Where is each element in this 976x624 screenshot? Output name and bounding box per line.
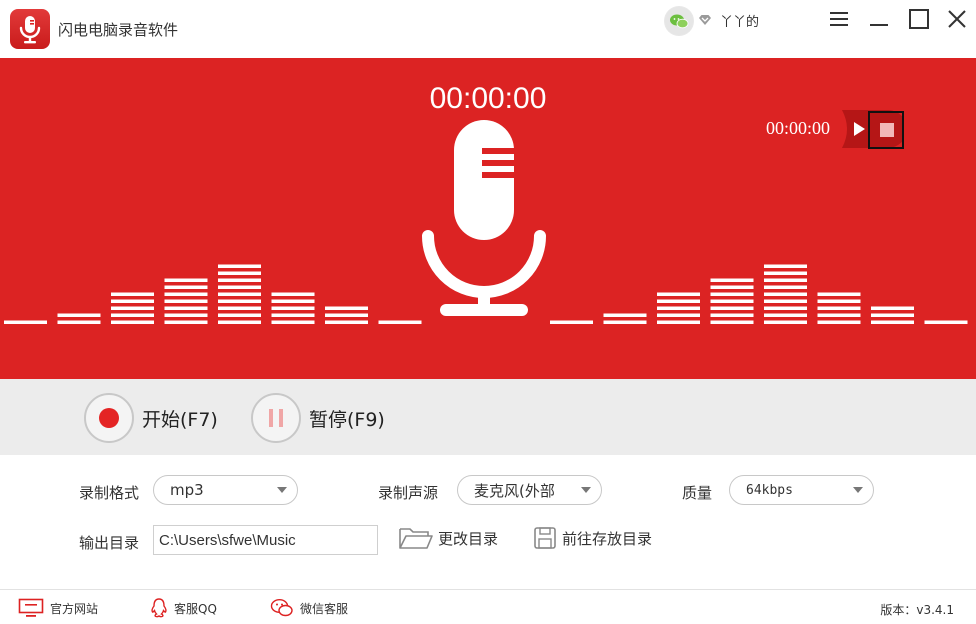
level-bar-left-5 bbox=[218, 264, 261, 324]
maximize-icon[interactable] bbox=[908, 8, 930, 30]
level-bar-right-6 bbox=[817, 292, 861, 324]
source-label: 录制声源 bbox=[378, 484, 439, 502]
recording-timer: 00:00:00 bbox=[429, 82, 547, 115]
level-bar-right-2 bbox=[603, 313, 647, 324]
chevron-down-icon bbox=[581, 487, 591, 493]
start-button[interactable]: 开始(F7) bbox=[84, 393, 218, 443]
level-bar-left-1 bbox=[4, 320, 47, 324]
level-bar-right-7 bbox=[871, 306, 914, 324]
qq-label: 客服QQ bbox=[174, 601, 217, 616]
level-bar-right-8 bbox=[924, 320, 968, 324]
source-select[interactable]: 麦克风(外部 bbox=[457, 475, 602, 505]
source-value: 麦克风(外部 bbox=[474, 481, 555, 500]
level-bar-right-5 bbox=[764, 264, 807, 324]
stop-icon[interactable] bbox=[868, 111, 904, 149]
version-text: 版本：v3.4.1 bbox=[880, 603, 954, 617]
record-controls: 开始(F7) 暂停(F9) bbox=[0, 379, 976, 455]
website-label: 官方网站 bbox=[50, 601, 99, 616]
pause-icon bbox=[251, 393, 301, 443]
monitor-icon bbox=[18, 598, 44, 617]
title-bar: 闪电电脑录音软件 丫丫的 bbox=[0, 0, 976, 58]
quality-select[interactable]: 64kbps bbox=[729, 475, 874, 505]
menu-icon[interactable] bbox=[828, 8, 850, 30]
wechat-avatar[interactable] bbox=[664, 6, 694, 36]
start-label: 开始(F7) bbox=[142, 408, 218, 431]
format-value: mp3 bbox=[170, 481, 204, 499]
output-dir-label: 输出目录 bbox=[79, 534, 140, 552]
settings-panel: 录制格式 mp3 录制声源 麦克风(外部 质量 64kbps 输出目录 更改目录 bbox=[0, 455, 976, 589]
level-bar-right-3 bbox=[657, 292, 700, 324]
level-bar-left-6 bbox=[271, 292, 315, 324]
level-bar-left-2 bbox=[57, 313, 101, 324]
format-select[interactable]: mp3 bbox=[153, 475, 298, 505]
change-dir-label: 更改目录 bbox=[438, 529, 499, 548]
app-title: 闪电电脑录音软件 bbox=[58, 21, 179, 39]
level-bar-right-1 bbox=[550, 320, 593, 324]
folder-icon bbox=[399, 528, 433, 549]
pause-button[interactable]: 暂停(F9) bbox=[251, 393, 385, 443]
level-bar-left-8 bbox=[378, 320, 422, 324]
footer: 官方网站 客服QQ 微信客服 版本：v3.4.1 bbox=[0, 589, 976, 624]
chevron-down-icon bbox=[853, 487, 863, 493]
output-dir-input[interactable] bbox=[153, 525, 378, 555]
qq-penguin-icon bbox=[151, 598, 167, 618]
close-icon[interactable] bbox=[946, 8, 968, 30]
wechat-icon bbox=[270, 598, 293, 617]
open-dir-button[interactable]: 前往存放目录 bbox=[532, 523, 652, 553]
minimize-icon[interactable] bbox=[868, 8, 890, 30]
quality-label: 质量 bbox=[682, 484, 713, 502]
microphone-icon bbox=[418, 118, 550, 318]
change-dir-button[interactable]: 更改目录 bbox=[398, 523, 498, 553]
quality-value: 64kbps bbox=[746, 482, 793, 498]
play-icon[interactable] bbox=[849, 119, 869, 139]
user-name[interactable]: 丫丫的 bbox=[720, 11, 759, 30]
level-bar-left-4 bbox=[164, 278, 208, 324]
record-icon bbox=[84, 393, 134, 443]
wechat-link[interactable]: 微信客服 bbox=[270, 598, 348, 618]
qq-link[interactable]: 客服QQ bbox=[150, 598, 217, 618]
level-bar-left-3 bbox=[111, 292, 154, 324]
open-dir-label: 前往存放目录 bbox=[562, 529, 653, 548]
app-logo-mic-icon bbox=[10, 9, 50, 49]
pause-label: 暂停(F9) bbox=[309, 408, 385, 431]
level-bar-left-7 bbox=[325, 306, 368, 324]
website-link[interactable]: 官方网站 bbox=[18, 598, 98, 618]
save-disk-icon bbox=[534, 527, 556, 549]
playback-timer: 00:00:00 bbox=[766, 118, 831, 138]
recording-visualizer: 00:00:00 00:00:00 bbox=[0, 58, 976, 379]
app-window: 闪电电脑录音软件 丫丫的 00:00:00 00:00:00 开始(F7) 暂停… bbox=[0, 0, 976, 624]
format-label: 录制格式 bbox=[79, 484, 140, 502]
wechat-label: 微信客服 bbox=[300, 601, 349, 616]
vip-diamond-icon bbox=[698, 12, 712, 26]
chevron-down-icon bbox=[277, 487, 287, 493]
level-bar-right-4 bbox=[710, 278, 754, 324]
